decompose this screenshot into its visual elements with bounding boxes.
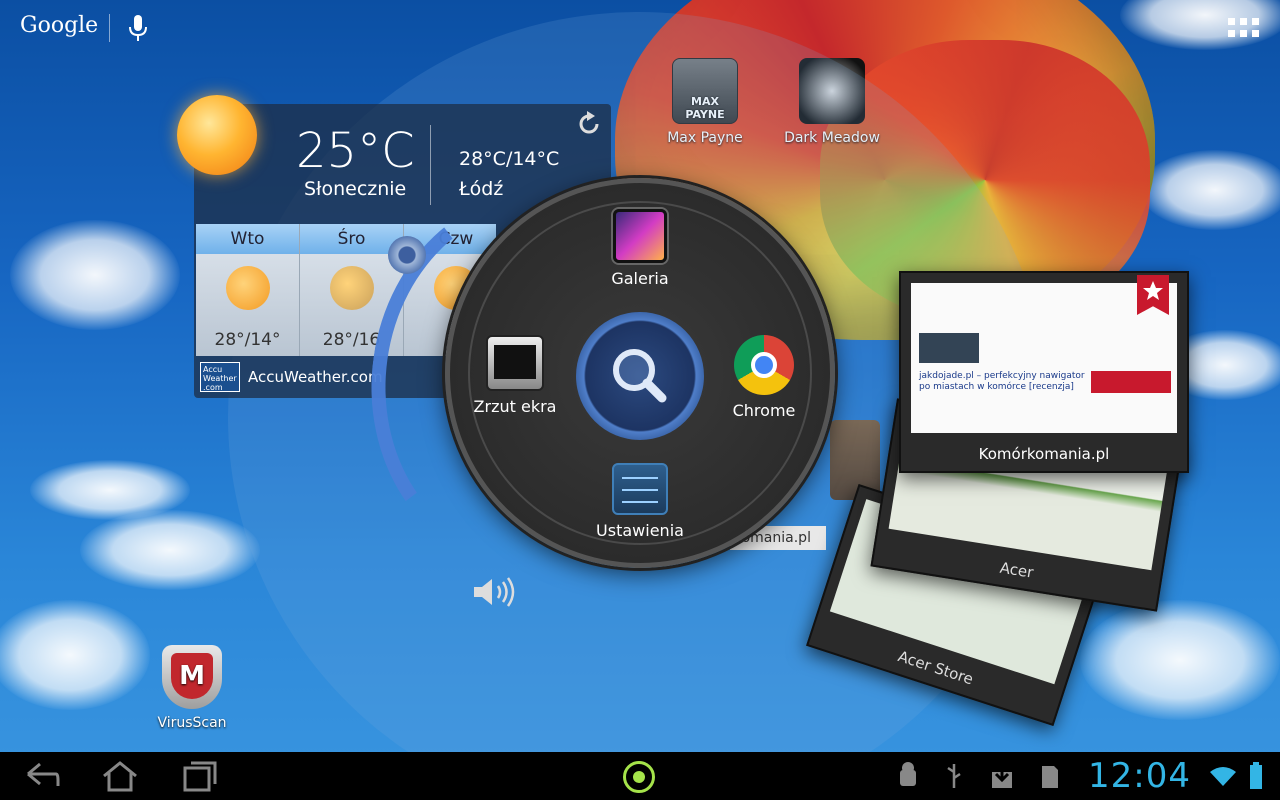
settings-slider-line — [622, 501, 658, 503]
forecast-day-name: Wto — [230, 229, 265, 249]
forecast-temp: 28°/14° — [214, 330, 281, 350]
screenshot-icon-frame — [494, 345, 536, 379]
accuweather-logo-line: Accu — [203, 365, 223, 374]
cloud — [1080, 600, 1280, 720]
speaker-icon — [474, 577, 515, 607]
usb-icon — [947, 764, 961, 788]
accuweather-logo-line: Weather — [203, 374, 237, 383]
app-label: VirusScan — [157, 715, 227, 731]
sd-card-icon — [1042, 766, 1058, 788]
app-icon-virusscan[interactable]: M VirusScan — [127, 645, 257, 731]
cloud — [10, 220, 180, 330]
cloud — [1140, 150, 1280, 230]
download-icon — [992, 764, 1012, 788]
weather-condition: Słonecznie — [304, 178, 407, 200]
gallery-icon — [613, 209, 667, 263]
radial-item-label: Chrome — [732, 401, 796, 420]
android-debug-icon — [900, 762, 916, 786]
accuweather-logo-line: .com — [203, 383, 223, 392]
back-icon[interactable] — [22, 760, 62, 792]
radial-item-chrome[interactable]: Chrome — [694, 335, 834, 420]
radial-item-label: Zrzut ekra — [473, 397, 557, 416]
wifi-icon — [1210, 767, 1236, 786]
google-search-button[interactable]: Google — [20, 13, 98, 38]
high-low-temperature: 28°C/14°C — [459, 148, 560, 170]
sunny-icon — [225, 266, 270, 310]
radial-item-label: Ustawienia — [596, 521, 684, 540]
chrome-icon-center — [751, 352, 777, 378]
tab-preview-headline: jakdojade.pl – perfekcyjny nawigator po … — [919, 371, 1085, 392]
system-bar: 12:04 — [0, 752, 1280, 800]
status-clock[interactable]: 12:04 — [1088, 756, 1191, 796]
settings-sliders-icon — [612, 463, 668, 515]
current-temperature: 25°C — [296, 123, 415, 179]
radial-search-button[interactable] — [576, 312, 704, 440]
launcher-ring-button[interactable] — [623, 761, 655, 793]
settings-slider-line — [622, 489, 658, 491]
tab-label: Komórkomania.pl — [978, 445, 1110, 463]
radial-item-screenshot[interactable]: Zrzut ekra — [445, 335, 585, 416]
search-icon — [613, 349, 667, 403]
accuweather-logo: Accu Weather .com — [200, 362, 240, 392]
divider — [430, 125, 431, 205]
refresh-icon[interactable] — [575, 110, 603, 138]
screenshot-icon — [486, 335, 544, 391]
forecast-day: Wto 28°/14° — [196, 224, 300, 356]
all-apps-grid-icon[interactable] — [1228, 18, 1260, 40]
sunny-icon — [177, 95, 257, 175]
mcafee-shield-letter: M — [171, 653, 213, 699]
recent-tab-komorkomania[interactable]: jakdojade.pl – perfekcyjny nawigator po … — [899, 271, 1189, 473]
divider — [109, 14, 110, 42]
battery-icon — [1250, 762, 1262, 789]
home-icon[interactable] — [100, 760, 140, 792]
microphone-icon[interactable] — [126, 13, 150, 43]
chrome-icon — [734, 335, 794, 395]
tab-preview-banner — [1091, 371, 1171, 393]
tab-preview-image — [919, 333, 979, 363]
recent-apps-icon[interactable] — [182, 760, 218, 792]
cloud — [80, 510, 260, 590]
radial-item-galeria[interactable]: Galeria — [570, 209, 710, 288]
radial-item-ustawienia[interactable]: Ustawienia — [570, 463, 710, 540]
mcafee-shield-icon: M — [162, 645, 222, 709]
volume-slider-handle[interactable] — [388, 236, 426, 274]
provider-name: AccuWeather.com — [248, 368, 383, 386]
settings-slider-line — [622, 477, 658, 479]
radial-item-label: Galeria — [611, 269, 669, 288]
partly-cloudy-icon — [329, 266, 374, 310]
